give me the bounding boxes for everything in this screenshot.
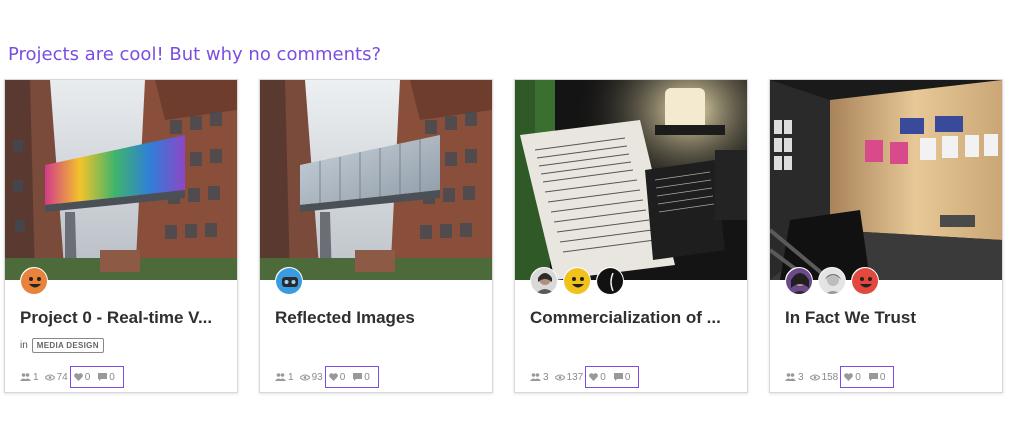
comments-count: 0: [364, 371, 370, 383]
engagement-box: 0 0: [324, 366, 379, 388]
members-icon: [785, 373, 796, 381]
eye-icon: [554, 374, 565, 380]
views-stat: 93: [299, 371, 323, 383]
comment-icon: [613, 373, 623, 381]
smiley-red-avatar[interactable]: [851, 267, 879, 295]
project-title[interactable]: Commercialization of ...: [530, 308, 740, 328]
likes-stat[interactable]: 0: [844, 372, 861, 383]
comments-count: 0: [624, 371, 631, 383]
likes-count: 0: [855, 371, 861, 383]
smiley-yellow-avatar[interactable]: [563, 267, 591, 295]
members-count: 1: [288, 371, 294, 383]
project-card[interactable]: In Fact We Trust 3 158 0 0: [769, 79, 1003, 393]
project-grid: Project 0 - Real-time V... in MEDIA DESI…: [4, 79, 1005, 395]
user-photo-dark-avatar[interactable]: [596, 267, 624, 295]
likes-stat[interactable]: 0: [589, 372, 606, 383]
likes-count: 0: [84, 371, 91, 383]
project-stats: 3 158 0 0: [785, 366, 895, 388]
project-thumbnail[interactable]: [5, 80, 237, 280]
engagement-box: 0 0: [840, 366, 895, 388]
project-title[interactable]: Project 0 - Real-time V...: [20, 308, 230, 328]
comments-stat[interactable]: 0: [613, 371, 631, 383]
comment-icon: [98, 373, 108, 381]
comment-icon: [353, 373, 363, 381]
project-thumbnail[interactable]: [260, 80, 492, 280]
heart-icon: [73, 373, 83, 381]
engagement-box: 0 0: [585, 366, 640, 388]
project-thumbnail[interactable]: [770, 80, 1002, 280]
members-stat: 3: [785, 372, 804, 383]
views-stat: 158: [809, 371, 839, 383]
project-title[interactable]: In Fact We Trust: [785, 308, 995, 328]
comments-stat[interactable]: 0: [353, 372, 370, 383]
category-prefix: in: [20, 340, 28, 351]
smiley-orange-avatar[interactable]: [20, 267, 48, 295]
eye-icon: [44, 374, 55, 380]
comments-stat[interactable]: 0: [868, 371, 886, 383]
user-photo-avatar[interactable]: [785, 267, 813, 295]
eye-icon: [809, 374, 820, 380]
project-stats: 1 74 0 0: [20, 366, 124, 388]
likes-count: 0: [600, 371, 606, 383]
project-card[interactable]: Reflected Images 1 93 0 0: [259, 79, 493, 393]
page-heading: Projects are cool! But why no comments?: [8, 44, 382, 65]
members-icon: [530, 373, 541, 381]
project-card[interactable]: Commercialization of ... 3 137 0 0: [514, 79, 748, 393]
project-thumbnail[interactable]: [515, 80, 747, 280]
eye-icon: [299, 374, 310, 380]
members-stat: 1: [20, 372, 39, 383]
project-stats: 3 137 0 0: [530, 366, 640, 388]
views-count: 93: [311, 371, 323, 383]
member-avatars: [275, 267, 308, 297]
members-stat: 3: [530, 372, 549, 383]
views-stat: 74: [44, 371, 68, 383]
members-count: 1: [33, 371, 39, 383]
members-count: 3: [798, 371, 804, 383]
category-tag[interactable]: MEDIA DESIGN: [31, 338, 104, 353]
comments-stat[interactable]: 0: [98, 372, 115, 383]
heart-icon: [844, 373, 854, 381]
comment-icon: [868, 373, 878, 381]
likes-stat[interactable]: 0: [73, 371, 91, 383]
views-count: 137: [566, 371, 584, 383]
robot-blue-avatar[interactable]: [275, 267, 303, 295]
project-stats: 1 93 0 0: [275, 366, 379, 388]
user-photo-grey-avatar[interactable]: [818, 267, 846, 295]
members-stat: 1: [275, 372, 294, 383]
comments-count: 0: [879, 371, 886, 383]
views-stat: 137: [554, 371, 584, 383]
members-count: 3: [543, 371, 549, 383]
members-icon: [20, 373, 31, 381]
heart-icon: [589, 373, 599, 381]
member-avatars: [785, 267, 884, 297]
project-category: in MEDIA DESIGN: [20, 338, 104, 353]
project-title[interactable]: Reflected Images: [275, 308, 485, 328]
engagement-box: 0 0: [69, 366, 124, 388]
members-icon: [275, 373, 286, 381]
member-avatars: [530, 267, 629, 297]
user-photo-avatar[interactable]: [530, 267, 558, 295]
heart-icon: [328, 373, 338, 381]
member-avatars: [20, 267, 53, 297]
likes-stat[interactable]: 0: [328, 371, 346, 383]
views-count: 74: [56, 371, 68, 383]
comments-count: 0: [109, 371, 115, 383]
project-card[interactable]: Project 0 - Real-time V... in MEDIA DESI…: [4, 79, 238, 393]
views-count: 158: [821, 371, 839, 383]
likes-count: 0: [339, 371, 346, 383]
